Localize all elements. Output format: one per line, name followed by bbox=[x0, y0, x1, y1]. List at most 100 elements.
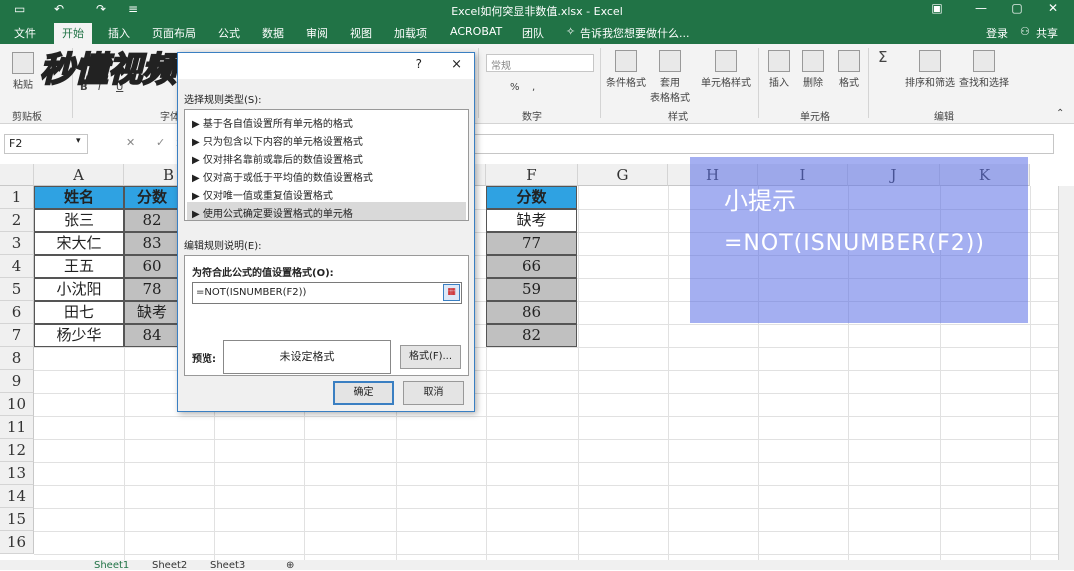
column-header[interactable]: G bbox=[578, 164, 668, 186]
table-cell[interactable]: 小沈阳 bbox=[34, 278, 124, 301]
row-header[interactable]: 11 bbox=[0, 416, 34, 439]
login-link[interactable]: 登录 bbox=[986, 25, 1008, 41]
comma-button[interactable]: , bbox=[532, 82, 535, 93]
tab-home[interactable]: 开始 bbox=[54, 23, 92, 44]
table-cell[interactable]: 59 bbox=[486, 278, 577, 301]
tab-view[interactable]: 视图 bbox=[350, 25, 372, 41]
table-cell[interactable]: 宋大仁 bbox=[34, 232, 124, 255]
close-window-icon[interactable]: ✕ bbox=[1038, 1, 1068, 15]
table-cell[interactable]: 77 bbox=[486, 232, 577, 255]
group-label-styles: 样式 bbox=[668, 112, 688, 123]
sheet-tab-2[interactable]: Sheet2 bbox=[152, 560, 187, 571]
tab-acrobat[interactable]: ACROBAT bbox=[450, 25, 502, 38]
format-button[interactable]: 格式(F)... bbox=[400, 345, 461, 369]
range-select-icon[interactable]: ▦ bbox=[443, 284, 460, 301]
percent-button[interactable]: % bbox=[510, 82, 520, 93]
tab-data[interactable]: 数据 bbox=[262, 25, 284, 41]
row-header[interactable]: 6 bbox=[0, 301, 34, 324]
tab-page-layout[interactable]: 页面布局 bbox=[152, 25, 196, 41]
find-select-button[interactable]: 查找和选择 bbox=[958, 50, 1010, 89]
header-cell[interactable]: 姓名 bbox=[34, 186, 124, 209]
table-cell[interactable]: 82 bbox=[124, 209, 180, 232]
row-header[interactable]: 12 bbox=[0, 439, 34, 462]
table-cell[interactable]: 缺考 bbox=[124, 301, 180, 324]
header-cell[interactable]: 分数 bbox=[486, 186, 577, 209]
divider bbox=[758, 48, 759, 118]
row-header[interactable]: 3 bbox=[0, 232, 34, 255]
tab-addins[interactable]: 加载项 bbox=[394, 25, 427, 41]
table-cell[interactable]: 82 bbox=[486, 324, 577, 347]
number-format-select[interactable]: 常规 bbox=[486, 54, 594, 72]
select-all-corner[interactable] bbox=[0, 164, 34, 186]
tab-insert[interactable]: 插入 bbox=[108, 25, 130, 41]
lightbulb-icon: ✧ bbox=[566, 25, 576, 38]
vertical-scrollbar[interactable] bbox=[1058, 186, 1074, 560]
rule-type-item-selected[interactable]: ▶ 使用公式确定要设置格式的单元格 bbox=[187, 202, 466, 220]
table-cell[interactable]: 杨少华 bbox=[34, 324, 124, 347]
share-button[interactable]: 共享 bbox=[1036, 25, 1058, 41]
table-cell[interactable]: 王五 bbox=[34, 255, 124, 278]
table-cell[interactable]: 83 bbox=[124, 232, 180, 255]
row-header[interactable]: 14 bbox=[0, 485, 34, 508]
row-header[interactable]: 8 bbox=[0, 347, 34, 370]
rule-type-item[interactable]: ▶ 仅对高于或低于平均值的数值设置格式 bbox=[187, 166, 466, 184]
tell-me-input[interactable]: 告诉我您想要做什么... bbox=[580, 25, 690, 41]
table-cell[interactable]: 66 bbox=[486, 255, 577, 278]
sheet-tab-3[interactable]: Sheet3 bbox=[210, 560, 245, 571]
enter-formula-icon[interactable]: ✓ bbox=[156, 136, 165, 149]
minimize-icon[interactable]: — bbox=[966, 1, 996, 15]
row-header[interactable]: 10 bbox=[0, 393, 34, 416]
tab-review[interactable]: 审阅 bbox=[306, 25, 328, 41]
close-icon[interactable]: × bbox=[451, 57, 462, 72]
sheet-tab-1[interactable]: Sheet1 bbox=[94, 560, 129, 571]
row-header[interactable]: 16 bbox=[0, 531, 34, 554]
conditional-format-button[interactable]: 条件格式 bbox=[604, 50, 648, 89]
formula-field[interactable]: =NOT(ISNUMBER(F2)) bbox=[192, 282, 462, 304]
header-cell[interactable]: 分数 bbox=[124, 186, 180, 209]
format-cells-button[interactable]: 格式 bbox=[836, 50, 862, 89]
table-cell[interactable]: 78 bbox=[124, 278, 180, 301]
autosum-icon[interactable]: Σ bbox=[878, 48, 887, 66]
row-header[interactable]: 7 bbox=[0, 324, 34, 347]
maximize-icon[interactable]: ▢ bbox=[1002, 1, 1032, 15]
row-header[interactable]: 4 bbox=[0, 255, 34, 278]
table-cell[interactable]: 60 bbox=[124, 255, 180, 278]
collapse-ribbon-icon[interactable]: ⌃ bbox=[1056, 108, 1064, 119]
ribbon-display-icon[interactable]: ▣ bbox=[922, 1, 952, 15]
rule-type-item[interactable]: ▶ 仅对唯一值或重复值设置格式 bbox=[187, 184, 466, 202]
sort-filter-button[interactable]: 排序和筛选 bbox=[904, 50, 956, 89]
delete-cells-button[interactable]: 删除 bbox=[800, 50, 826, 89]
table-cell[interactable]: 86 bbox=[486, 301, 577, 324]
chevron-down-icon[interactable]: ▾ bbox=[76, 136, 81, 146]
tab-file[interactable]: 文件 bbox=[14, 25, 36, 41]
row-header[interactable]: 5 bbox=[0, 278, 34, 301]
column-header[interactable]: F bbox=[486, 164, 578, 186]
insert-cells-button[interactable]: 插入 bbox=[766, 50, 792, 89]
divider bbox=[600, 48, 601, 118]
row-header[interactable]: 9 bbox=[0, 370, 34, 393]
row-header[interactable]: 1 bbox=[0, 186, 34, 209]
tab-formulas[interactable]: 公式 bbox=[218, 25, 240, 41]
ok-button[interactable]: 确定 bbox=[333, 381, 394, 405]
table-cell[interactable]: 田七 bbox=[34, 301, 124, 324]
tab-team[interactable]: 团队 bbox=[522, 25, 544, 41]
rule-type-item[interactable]: ▶ 基于各自值设置所有单元格的格式 bbox=[187, 112, 466, 130]
row-header[interactable]: 15 bbox=[0, 508, 34, 531]
cancel-button[interactable]: 取消 bbox=[403, 381, 464, 405]
rule-type-item[interactable]: ▶ 仅对排名靠前或靠后的数值设置格式 bbox=[187, 148, 466, 166]
row-header[interactable]: 13 bbox=[0, 462, 34, 485]
row-header[interactable]: 2 bbox=[0, 209, 34, 232]
cancel-formula-icon[interactable]: ✕ bbox=[126, 136, 135, 149]
help-button[interactable]: ? bbox=[416, 57, 422, 71]
column-header[interactable]: A bbox=[34, 164, 124, 186]
window-title: Excel如何突显非数值.xlsx - Excel bbox=[451, 5, 623, 18]
add-sheet-icon[interactable]: ⊕ bbox=[286, 560, 294, 571]
table-cell[interactable]: 84 bbox=[124, 324, 180, 347]
table-cell[interactable]: 缺考 bbox=[486, 209, 577, 232]
table-cell[interactable]: 张三 bbox=[34, 209, 124, 232]
rule-type-item[interactable]: ▶ 只为包含以下内容的单元格设置格式 bbox=[187, 130, 466, 148]
sheet-tab-bar: Sheet1 Sheet2 Sheet3 ⊕ bbox=[0, 560, 1074, 571]
paste-button[interactable]: 粘贴 bbox=[8, 52, 38, 91]
format-as-table-button[interactable]: 套用 表格格式 bbox=[650, 50, 690, 104]
cell-styles-button[interactable]: 单元格样式 bbox=[700, 50, 752, 89]
